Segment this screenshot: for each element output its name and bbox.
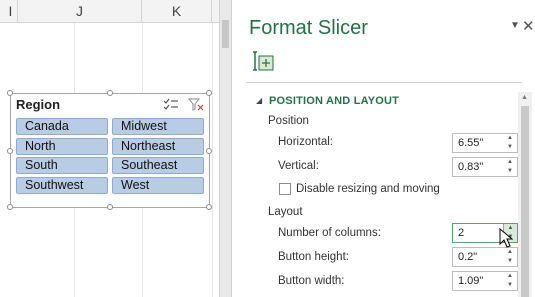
resize-handle[interactable] xyxy=(206,204,212,210)
format-slicer-pane: Format Slicer ▼ ✕ ◢ POSITION AND LAYOUT … xyxy=(233,0,535,297)
pane-options-icon[interactable]: ▼ xyxy=(510,20,520,31)
resize-handle[interactable] xyxy=(7,204,13,210)
button-height-label: Button height: xyxy=(278,251,349,263)
input-value: 1.09" xyxy=(458,275,484,287)
button-width-input[interactable]: 1.09" ▲ ▼ xyxy=(452,271,518,291)
resize-handle[interactable] xyxy=(7,148,13,154)
close-icon[interactable]: ✕ xyxy=(522,17,535,35)
slicer-item[interactable]: Northeast xyxy=(112,138,204,155)
spin-up-icon[interactable]: ▲ xyxy=(503,158,517,167)
collapse-arrow-icon[interactable]: ◢ xyxy=(256,96,262,105)
resize-handle[interactable] xyxy=(7,90,13,96)
spin-up-icon[interactable]: ▲ xyxy=(503,248,517,257)
input-value: 0.83" xyxy=(458,161,484,173)
spin-down-icon[interactable]: ▼ xyxy=(503,257,517,266)
scroll-up-icon[interactable]: ▲ xyxy=(521,94,528,101)
spin-up-icon[interactable]: ▲ xyxy=(503,272,517,281)
slicer-item[interactable]: North xyxy=(16,138,108,155)
spin-down-icon[interactable]: ▼ xyxy=(503,281,517,290)
mouse-pointer-icon xyxy=(499,228,513,248)
number-of-columns-label: Number of columns: xyxy=(278,227,381,239)
slicer-item[interactable]: Southeast xyxy=(112,157,204,174)
gridline xyxy=(212,23,213,297)
column-header-i[interactable]: I xyxy=(0,0,18,23)
column-header-k[interactable]: K xyxy=(142,0,212,23)
resize-handle[interactable] xyxy=(206,148,212,154)
worksheet-area[interactable]: I J K Region Canada Midwest North Northe… xyxy=(0,0,219,297)
spin-down-icon[interactable]: ▼ xyxy=(503,167,517,176)
position-group-label: Position xyxy=(268,115,309,127)
column-headers: I J K xyxy=(0,0,219,23)
divider xyxy=(246,82,522,83)
input-value: 0.2" xyxy=(458,251,478,263)
horizontal-position-input[interactable]: 6.55" ▲ ▼ xyxy=(452,133,518,153)
spin-down-icon[interactable]: ▼ xyxy=(503,143,517,152)
pane-scrollbar[interactable]: ▲ xyxy=(518,92,532,297)
slicer-title: Region xyxy=(16,97,61,112)
layout-group-label: Layout xyxy=(268,206,303,218)
clear-filter-icon[interactable] xyxy=(188,98,204,111)
column-header-j[interactable]: J xyxy=(18,0,142,23)
button-width-label: Button width: xyxy=(278,275,345,287)
spin-buttons[interactable]: ▲ ▼ xyxy=(503,134,517,152)
size-properties-icon[interactable] xyxy=(253,50,275,72)
disable-resizing-checkbox[interactable] xyxy=(279,183,291,195)
scrollbar-thumb[interactable] xyxy=(222,20,229,48)
slicer-item[interactable]: Southwest xyxy=(16,177,108,194)
section-header-position-layout[interactable]: POSITION AND LAYOUT xyxy=(269,95,399,107)
vertical-label: Vertical: xyxy=(278,160,319,172)
button-height-input[interactable]: 0.2" ▲ ▼ xyxy=(452,247,518,267)
column-header-label: K xyxy=(171,3,182,19)
slicer-item[interactable]: West xyxy=(112,177,204,194)
input-value: 6.55" xyxy=(458,137,484,149)
multi-select-icon[interactable] xyxy=(163,98,179,111)
column-header-label: J xyxy=(76,3,83,19)
disable-resizing-label[interactable]: Disable resizing and moving xyxy=(296,183,440,195)
slicer-item[interactable]: Canada xyxy=(16,118,108,135)
horizontal-label: Horizontal: xyxy=(278,136,333,148)
spin-buttons[interactable]: ▲ ▼ xyxy=(503,272,517,290)
slicer-item[interactable]: Midwest xyxy=(112,118,204,135)
resize-handle[interactable] xyxy=(206,90,212,96)
spin-up-icon[interactable]: ▲ xyxy=(503,134,517,143)
resize-handle[interactable] xyxy=(107,204,113,210)
vertical-position-input[interactable]: 0.83" ▲ ▼ xyxy=(452,157,518,177)
spin-buttons[interactable]: ▲ ▼ xyxy=(503,158,517,176)
input-value: 2 xyxy=(458,227,465,239)
vertical-scrollbar[interactable] xyxy=(219,0,232,297)
resize-handle[interactable] xyxy=(107,90,113,96)
spin-buttons[interactable]: ▲ ▼ xyxy=(503,248,517,266)
scrollbar-thumb[interactable] xyxy=(521,106,529,297)
region-slicer[interactable]: Region Canada Midwest North Northeast So… xyxy=(7,90,212,210)
slicer-item[interactable]: South xyxy=(16,157,108,174)
pane-title: Format Slicer xyxy=(249,17,368,39)
column-header-label: I xyxy=(8,3,13,19)
